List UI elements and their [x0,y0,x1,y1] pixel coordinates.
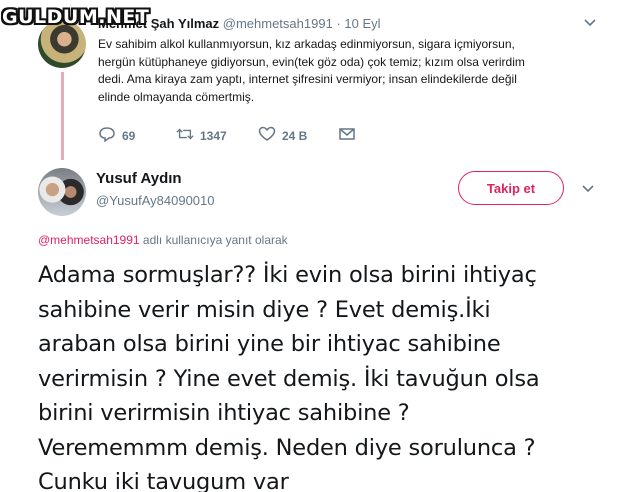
retweet-icon [176,126,194,145]
message-icon [338,126,356,145]
text-line: dedi. Ama kiraya zam yaptı, internet şif… [98,72,517,86]
text-line: birini verirmisin ihtiyac sahibine ? [38,400,410,426]
retweet-count: 1347 [200,128,227,143]
text-line: hergün kütüphaneye gidiyorsun, evin(tek … [98,54,525,69]
like-count: 24 B [282,128,308,143]
text-line: Verememmm demiş. Neden diye sorulunca ? [38,434,536,461]
follow-button[interactable]: Takip et [458,171,564,205]
parent-tweet-text: Ev sahibim alkol kullanmıyorsun, kız ark… [98,36,598,106]
retweet-button[interactable]: 1347 [176,126,227,145]
text-line: verirmisin ? Yine evet demiş. İki tavuğu… [38,365,540,392]
watermark-logo: GULDUM.NET [2,6,150,28]
like-button[interactable]: 24 B [258,126,307,145]
chevron-down-icon[interactable] [582,182,594,196]
tweet-timestamp[interactable]: 10 Eyl [344,16,380,31]
author-handle[interactable]: @YusufAy84090010 [96,193,215,208]
reply-icon [98,126,116,145]
tweet-text: Adama sormuşlar?? İki evin olsa birini i… [38,258,618,492]
separator-dot: · [336,16,341,31]
author-name[interactable]: Yusuf Aydın [96,170,182,187]
avatar[interactable] [38,168,86,216]
reply-context: @mehmetsah1991 adlı kullanıcıya yanıt ol… [38,233,288,247]
text-line: Adama sormuşlar?? İki evin olsa birini i… [38,262,537,288]
text-line: elinde olmayanda cömertmiş. [98,89,255,104]
reply-count: 69 [122,128,136,143]
reply-context-label: adlı kullanıcıya yanıt olarak [139,233,288,247]
text-line: sahibine verir misin diye ? Evet demiş.İ… [38,296,491,323]
reply-mention-link[interactable]: @mehmetsah1991 [38,233,140,247]
reply-button[interactable]: 69 [98,126,135,145]
direct-message-button[interactable] [338,126,356,145]
heart-icon [258,126,276,145]
thread-connector-line [61,72,64,160]
text-line: araban olsa birini yine bir ihtiyac sahi… [38,331,501,357]
text-line: Ev sahibim alkol kullanmıyorsun, kız ark… [98,37,515,51]
author-handle[interactable]: @mehmetsah1991 [223,16,333,31]
chevron-down-icon[interactable] [584,16,596,30]
text-line: Cunku iki tavugum var [38,469,289,492]
